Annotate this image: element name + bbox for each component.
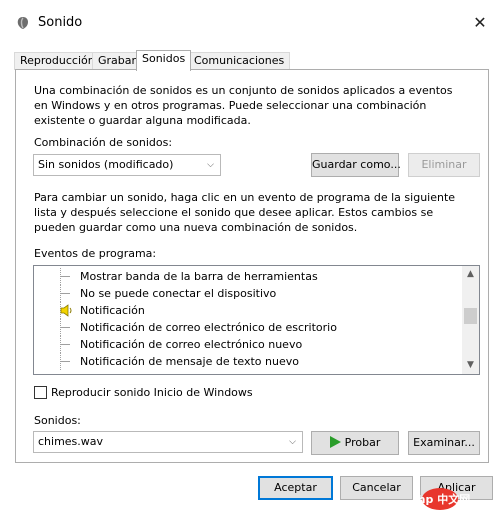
scheme-select[interactable]: Sin sonidos (modificado) ⌵ [33,154,221,176]
scheme-selected-value: Sin sonidos (modificado) [38,158,174,171]
test-button-label: Probar [344,436,381,449]
scroll-down-icon[interactable]: ▼ [462,357,479,374]
play-icon [329,436,341,448]
list-item[interactable]: No se puede conectar el dispositivo [34,285,462,302]
save-as-button[interactable]: Guardar como... [311,153,401,177]
delete-button[interactable]: Eliminar [408,153,480,177]
speaker-app-icon [17,17,28,29]
php-watermark-logo: php 中文网 [420,488,470,510]
event-label: Notificación [80,302,145,319]
list-item[interactable]: Notificación de correo electrónico de es… [34,319,462,336]
tab-reproduccion[interactable]: Reproducción [14,52,101,70]
tree-branch [60,327,70,328]
startup-sound-checkbox[interactable] [34,386,47,399]
sounds-label: Sonidos: [34,414,81,427]
scheme-label: Combinación de sonidos: [34,136,173,149]
watermark-text: php 中文网 [420,492,470,506]
instructions-text: Para cambiar un sonido, haga clic en un … [34,191,456,234]
event-label: Notificación de correo electrónico nuevo [80,338,303,351]
sound-file-value: chimes.wav [38,435,104,448]
close-icon: ✕ [473,13,487,32]
window-title: Sonido [38,15,83,30]
sound-file-select[interactable]: chimes.wav ⌵ [33,431,303,453]
list-item-selected[interactable]: Notificación [34,302,462,319]
speaker-icon [60,304,72,317]
ok-button[interactable]: Aceptar [258,476,333,500]
tree-branch [60,293,70,294]
tree-branch [60,361,70,362]
scroll-thumb[interactable] [464,308,477,324]
tab-comunicaciones[interactable]: Comunicaciones [188,52,291,70]
tree-branch [60,344,70,345]
test-button[interactable]: Probar [311,431,399,455]
browse-button[interactable]: Examinar... [408,431,480,455]
list-item[interactable]: Notificación de mensaje de texto nuevo [34,353,462,370]
events-list[interactable]: Mostrar banda de la barra de herramienta… [33,265,480,375]
event-label: Mostrar banda de la barra de herramienta… [80,270,318,283]
chevron-down-icon: ⌵ [289,437,296,447]
chevron-down-icon: ⌵ [207,160,214,170]
tab-grabar[interactable]: Grabar [92,52,143,70]
event-label: No se puede conectar el dispositivo [80,287,277,300]
events-scrollbar[interactable]: ▲ ▼ [462,266,479,374]
title-bar: Sonido ✕ [0,0,504,46]
cancel-button[interactable]: Cancelar [340,476,413,500]
intro-text: Una combinación de sonidos es un conjunt… [34,84,453,127]
event-label: Notificación de correo electrónico de es… [80,321,337,334]
list-item[interactable]: Notificación de correo electrónico nuevo [34,336,462,353]
tree-branch [60,276,70,277]
list-item[interactable]: Mostrar banda de la barra de herramienta… [34,268,462,285]
event-label: Notificación de mensaje de texto nuevo [80,355,299,368]
close-button[interactable]: ✕ [468,14,492,34]
events-label: Eventos de programa: [34,247,157,260]
startup-sound-label: Reproducir sonido Inicio de Windows [51,386,253,399]
tab-sonidos[interactable]: Sonidos [136,50,192,71]
scroll-up-icon[interactable]: ▲ [462,266,479,283]
